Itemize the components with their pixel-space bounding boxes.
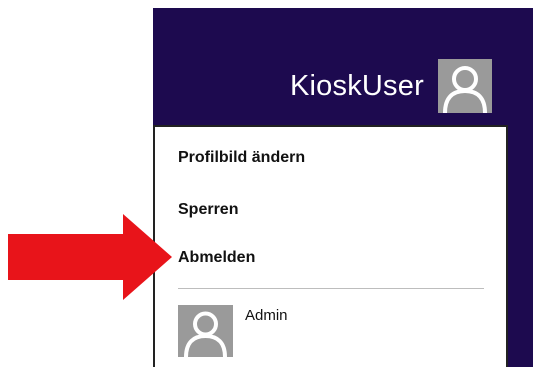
sign-out-item[interactable]: Abmelden: [178, 249, 255, 267]
change-profile-picture-item[interactable]: Profilbild ändern: [178, 149, 305, 167]
red-arrow-icon: [8, 214, 172, 300]
account-menu: Profilbild ändern Sperren Abmelden Admin: [153, 125, 508, 367]
current-user-tile[interactable]: KioskUser: [290, 58, 492, 114]
screenshot-stage: KioskUser Profilbild ändern Sperren Abme…: [0, 0, 533, 367]
lock-item[interactable]: Sperren: [178, 201, 238, 219]
switch-user-admin[interactable]: Admin: [178, 305, 288, 357]
admin-user-name: Admin: [245, 307, 288, 324]
user-avatar-icon: [437, 59, 492, 113]
current-user-name: KioskUser: [290, 69, 424, 102]
admin-avatar-icon: [178, 305, 233, 357]
menu-divider: [178, 288, 484, 289]
